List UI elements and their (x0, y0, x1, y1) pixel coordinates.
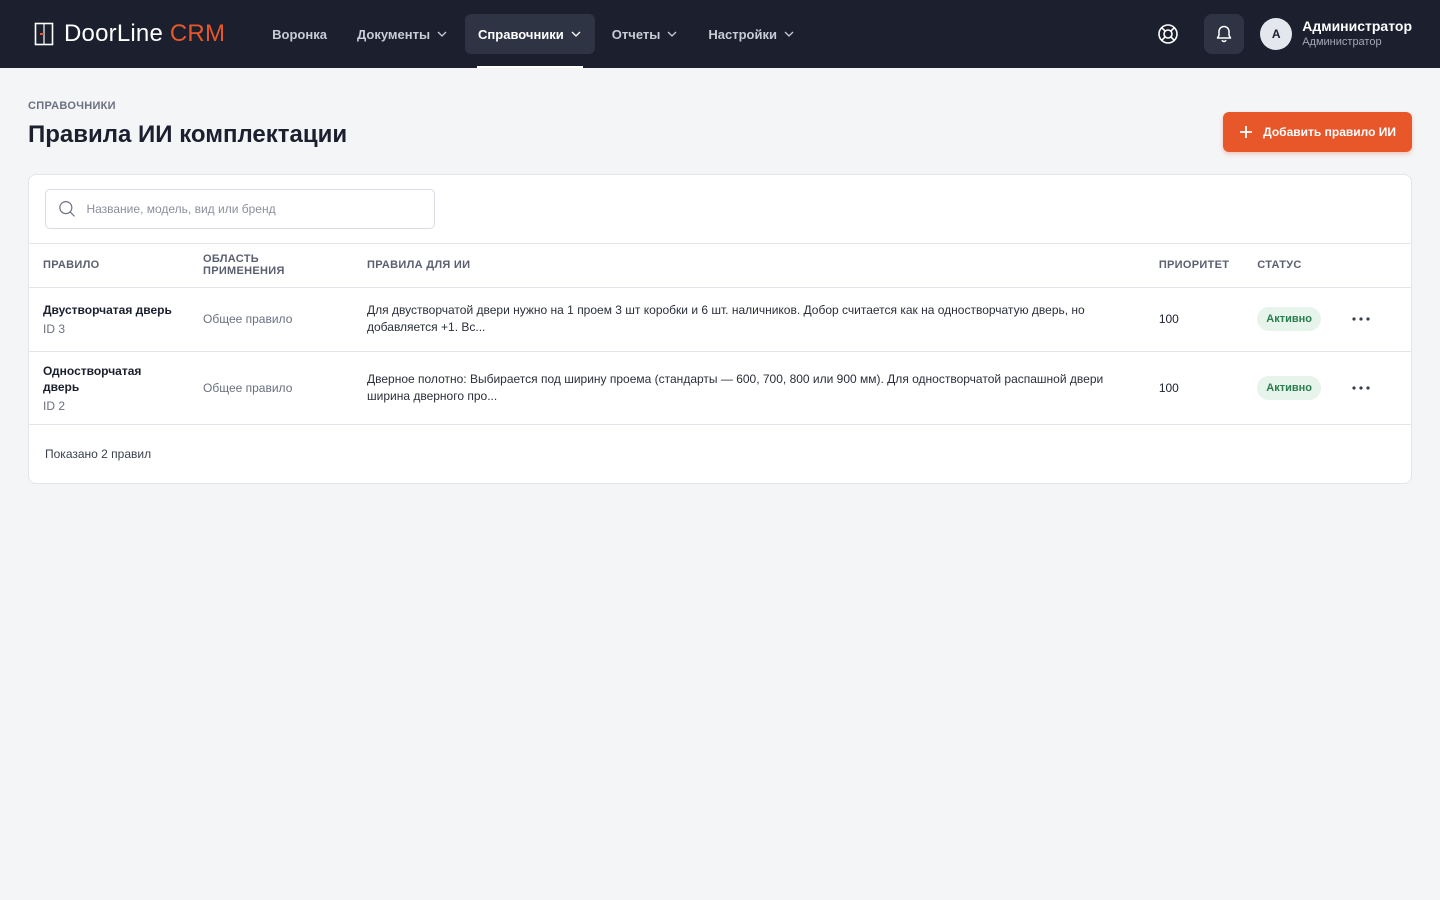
search-box[interactable] (45, 189, 435, 229)
add-button-label: Добавить правило ИИ (1263, 125, 1396, 139)
column-header-scope[interactable]: ОБЛАСТЬ ПРИМЕНЕНИЯ (189, 244, 353, 288)
chevron-down-icon (571, 31, 581, 37)
table-header-row: ПРАВИЛО ОБЛАСТЬ ПРИМЕНЕНИЯ ПРАВИЛА ДЛЯ И… (29, 244, 1411, 288)
rule-scope: Общее правило (189, 287, 353, 352)
rule-priority: 100 (1144, 287, 1244, 352)
nav-item-label: Настройки (708, 26, 777, 42)
nav-item-reports[interactable]: Отчеты (599, 14, 692, 54)
breadcrumb[interactable]: СПРАВОЧНИКИ (28, 100, 347, 112)
bell-icon (1216, 25, 1232, 43)
rule-priority: 100 (1144, 351, 1244, 425)
more-horizontal-icon (1352, 317, 1370, 321)
search-icon (59, 201, 76, 217)
door-logo-icon (34, 22, 54, 46)
notifications-button[interactable] (1204, 14, 1245, 54)
nav-item-label: Воронка (272, 26, 327, 42)
table-footer-count: Показано 2 правил (45, 446, 152, 461)
main-nav: Воронка Документы Справочники Отчеты Нас… (259, 0, 808, 68)
rules-table: ПРАВИЛО ОБЛАСТЬ ПРИМЕНЕНИЯ ПРАВИЛА ДЛЯ И… (29, 244, 1411, 425)
chevron-down-icon (784, 31, 794, 37)
page-title: Правила ИИ комплектации (28, 121, 348, 148)
add-ai-rule-button[interactable]: Добавить правило ИИ (1223, 112, 1412, 152)
row-actions-button[interactable] (1349, 376, 1373, 400)
rules-card: ПРАВИЛО ОБЛАСТЬ ПРИМЕНЕНИЯ ПРАВИЛА ДЛЯ И… (28, 174, 1412, 484)
rule-id: ID 3 (43, 322, 66, 336)
table-row[interactable]: Двустворчатая дверь ID 3 Общее правило Д… (29, 287, 1411, 352)
user-role: Администратор (1302, 36, 1382, 48)
column-header-actions (1335, 244, 1411, 288)
status-badge: Активно (1257, 375, 1321, 400)
search-bar (29, 175, 1411, 244)
rule-ai-text: Дверное полотно: Выбирается под ширину п… (353, 351, 1145, 425)
nav-item-settings[interactable]: Настройки (695, 14, 808, 54)
table-row[interactable]: Одностворчатая дверь ID 2 Общее правило … (29, 351, 1411, 425)
page-content: СПРАВОЧНИКИ Правила ИИ комплектации Доба… (0, 68, 1440, 484)
rule-name[interactable]: Двустворчатая дверь (43, 302, 175, 318)
chevron-down-icon (667, 31, 677, 37)
search-input[interactable] (86, 202, 422, 216)
chevron-down-icon (437, 31, 447, 37)
plus-icon (1240, 126, 1253, 138)
lifebuoy-icon (1158, 24, 1179, 44)
page-header: СПРАВОЧНИКИ Правила ИИ комплектации Доба… (28, 100, 1412, 152)
column-header-ai-rules[interactable]: ПРАВИЛА ДЛЯ ИИ (353, 244, 1145, 288)
rule-ai-text: Для двустворчатой двери нужно на 1 проем… (353, 287, 1145, 352)
nav-item-documents[interactable]: Документы (344, 14, 461, 54)
logo[interactable]: DoorLine CRM (34, 20, 225, 48)
top-navbar: DoorLine CRM Воронка Документы Справочни… (0, 0, 1440, 68)
help-button[interactable] (1148, 14, 1188, 54)
logo-text: DoorLine CRM (64, 20, 226, 47)
user-name: Администратор (1302, 18, 1412, 34)
nav-item-label: Документы (356, 26, 431, 42)
nav-item-label: Справочники (478, 26, 564, 42)
header-actions: А Администратор Администратор (1148, 14, 1412, 54)
column-header-rule[interactable]: ПРАВИЛО (29, 244, 189, 288)
status-badge: Активно (1257, 307, 1321, 331)
nav-item-funnel[interactable]: Воронка (259, 14, 340, 54)
more-horizontal-icon (1352, 385, 1370, 390)
column-header-priority[interactable]: ПРИОРИТЕТ (1144, 244, 1244, 288)
row-actions-button[interactable] (1349, 307, 1373, 331)
rule-scope: Общее правило (189, 351, 353, 425)
user-menu[interactable]: А Администратор Администратор (1260, 18, 1412, 50)
rule-id: ID 2 (43, 398, 66, 413)
avatar: А (1260, 18, 1293, 50)
nav-item-directories[interactable]: Справочники (465, 14, 595, 68)
rule-name[interactable]: Одностворчатая дверь (43, 363, 175, 395)
column-header-status[interactable]: СТАТУС (1243, 244, 1335, 288)
nav-item-label: Отчеты (611, 26, 661, 42)
